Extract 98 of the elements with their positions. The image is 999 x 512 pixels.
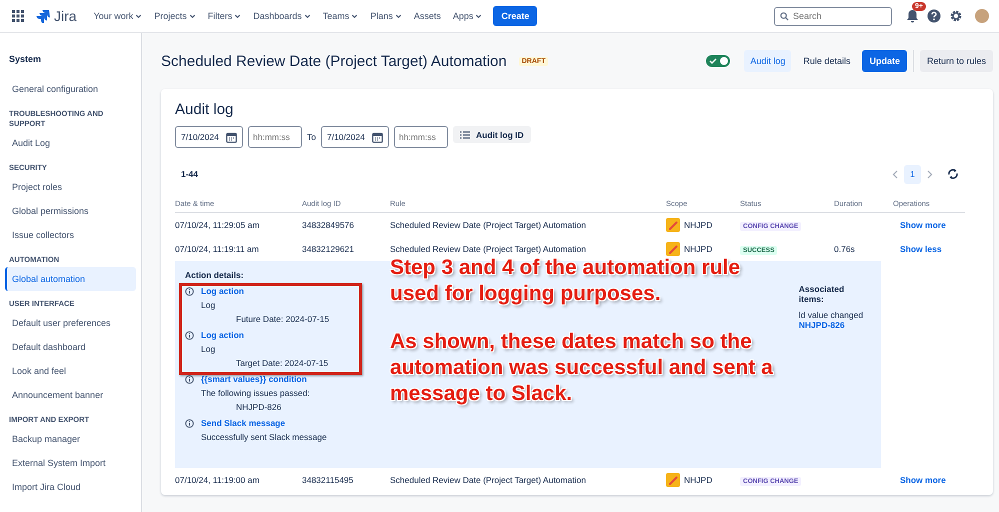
help-icon[interactable] (927, 9, 941, 23)
action-output-text: The following issues passed: (201, 388, 310, 398)
table-cell-text: 34832849576 (302, 220, 356, 230)
product-name[interactable]: Jira (54, 8, 77, 24)
notification-bell-icon[interactable] (906, 9, 919, 23)
table-cell-text: 07/10/24, 11:29:05 am (175, 220, 260, 230)
to-label: To (307, 132, 316, 142)
table-cell-text: Scheduled Review Date (Project Target) Automation (390, 220, 587, 230)
sidebar-item[interactable]: Default user preferences (5, 311, 136, 335)
action-details-heading: Action details: (185, 270, 245, 280)
audit-log-heading: Audit log (175, 101, 234, 118)
nav-menu-item[interactable]: Plans (369, 9, 403, 23)
associated-item-note: ld value changed (798, 310, 864, 320)
action-name-link[interactable]: Log action (201, 330, 328, 340)
action-output-text: NHJPD-826 (235, 402, 282, 412)
sidebar-item[interactable]: Project roles (5, 175, 136, 199)
nav-menu-item[interactable]: Assets (412, 9, 442, 23)
page-number-button[interactable]: 1 (904, 164, 921, 184)
calendar-icon (372, 132, 383, 143)
time-field[interactable]: hh:mm:ss (394, 126, 448, 148)
date-field[interactable]: 7/10/2024 (320, 126, 389, 148)
header-tab[interactable]: Audit log (744, 50, 792, 72)
logo-icon (36, 9, 50, 23)
rule-enabled-toggle[interactable] (706, 55, 730, 67)
sidebar-item[interactable]: General configuration (5, 77, 136, 101)
nav-menu-item[interactable]: Your work (92, 9, 144, 23)
chevron-down-icon (188, 12, 196, 20)
action-output-text: Target Date: 2024-07-15 (235, 358, 328, 368)
sidebar-item[interactable]: Import Jira Cloud (5, 475, 136, 499)
search-icon (780, 12, 789, 20)
table-cell-text: Scheduled Review Date (Project Target) Automation (390, 475, 587, 485)
action-output-text: Successfully sent Slack message (201, 432, 327, 442)
calendar-icon (226, 132, 237, 143)
sidebar-title: System (8, 53, 42, 66)
date-field[interactable]: 7/10/2024 (175, 126, 243, 148)
action-name-link[interactable]: Send Slack message (201, 418, 327, 428)
settings-icon[interactable] (949, 9, 963, 23)
search-field[interactable]: Search (774, 6, 892, 26)
action-output-text: Log (201, 344, 216, 354)
header-tab[interactable]: Rule details (797, 50, 856, 72)
table-cell: NHJPD (684, 244, 712, 254)
action-name-link[interactable]: {{smart values}} condition (201, 374, 310, 384)
sidebar-item[interactable]: Audit Log (5, 131, 136, 155)
rule-title: Scheduled Review Date (Project Target) Automation (161, 52, 507, 70)
table-cell: NHJPD (684, 475, 712, 485)
info-icon (185, 375, 194, 384)
info-icon (185, 331, 194, 340)
info-icon (185, 419, 194, 428)
table-cell-text: Scheduled Review Date (Project Target) Automation (390, 244, 587, 254)
sidebar-item[interactable]: Default dashboard (5, 335, 136, 359)
sidebar-item[interactable]: Announcement banner (5, 383, 136, 407)
return-to-rules-button[interactable]: Return to rules (920, 50, 993, 72)
time-field[interactable]: hh:mm:ss (248, 126, 302, 148)
result-range: 1-44 (181, 169, 198, 179)
sidebar-item[interactable]: External System Import (5, 451, 136, 475)
info-icon (185, 287, 194, 296)
table-cell-text: 34832129621 (302, 244, 356, 254)
chevron-down-icon (304, 12, 311, 20)
issue-key-link[interactable]: NHJPD-826 (798, 320, 845, 330)
show-toggle-link[interactable]: Show more (893, 220, 946, 230)
annotation-text: As shown, these dates match so the automation was successful and sent a message to Slack. (390, 329, 774, 407)
table-cell-text: 07/10/24, 11:19:00 am (175, 475, 260, 485)
list-icon (460, 130, 470, 138)
table-cell-text: 34832115495 (302, 475, 354, 485)
table-cell: NHJPD (684, 220, 712, 230)
project-avatar-icon (666, 242, 680, 256)
nav-menu-item[interactable]: Teams (322, 9, 360, 23)
sidebar-item[interactable]: Global automation (5, 267, 136, 291)
nav-menu-item[interactable]: Filters (206, 9, 242, 23)
app-grid-icon[interactable] (12, 10, 24, 22)
action-name-link[interactable]: Log action (201, 286, 330, 296)
project-avatar-icon (666, 218, 680, 232)
audit-log-id-button[interactable]: Audit log ID (452, 126, 531, 143)
nav-menu-item[interactable]: Dashboards (252, 9, 312, 23)
associated-items-heading: Associated items: (798, 284, 846, 304)
annotation-text: Step 3 and 4 of the automation rule used for logging purposes. (390, 255, 742, 307)
nav-menu-item[interactable]: Projects (153, 9, 197, 23)
check-icon (709, 57, 718, 65)
table-cell-text: 07/10/24, 11:19:11 am (175, 244, 260, 254)
refresh-icon[interactable] (947, 168, 959, 180)
action-output-text: Log (201, 300, 216, 310)
show-toggle-link[interactable]: Show more (893, 475, 946, 485)
chevron-down-icon (475, 12, 482, 20)
create-button[interactable]: Create (493, 6, 538, 26)
nav-menu-item[interactable]: Apps (452, 9, 484, 23)
chevron-down-icon (394, 12, 402, 20)
chevron-down-icon (234, 12, 242, 20)
action-output-text: Future Date: 2024-07-15 (235, 314, 330, 324)
sidebar-item[interactable]: Issue collectors (5, 223, 136, 247)
sidebar-item[interactable]: Global permissions (5, 199, 136, 223)
update-button[interactable]: Update (862, 50, 907, 72)
project-avatar-icon (666, 473, 680, 487)
sidebar-item[interactable]: Look and feel (5, 359, 136, 383)
show-toggle-link[interactable]: Show less (893, 244, 942, 254)
chevron-down-icon (135, 12, 142, 20)
sidebar-item[interactable]: Backup manager (5, 427, 136, 451)
table-cell-text: 0.76s (834, 244, 856, 254)
chevron-down-icon (351, 12, 358, 20)
